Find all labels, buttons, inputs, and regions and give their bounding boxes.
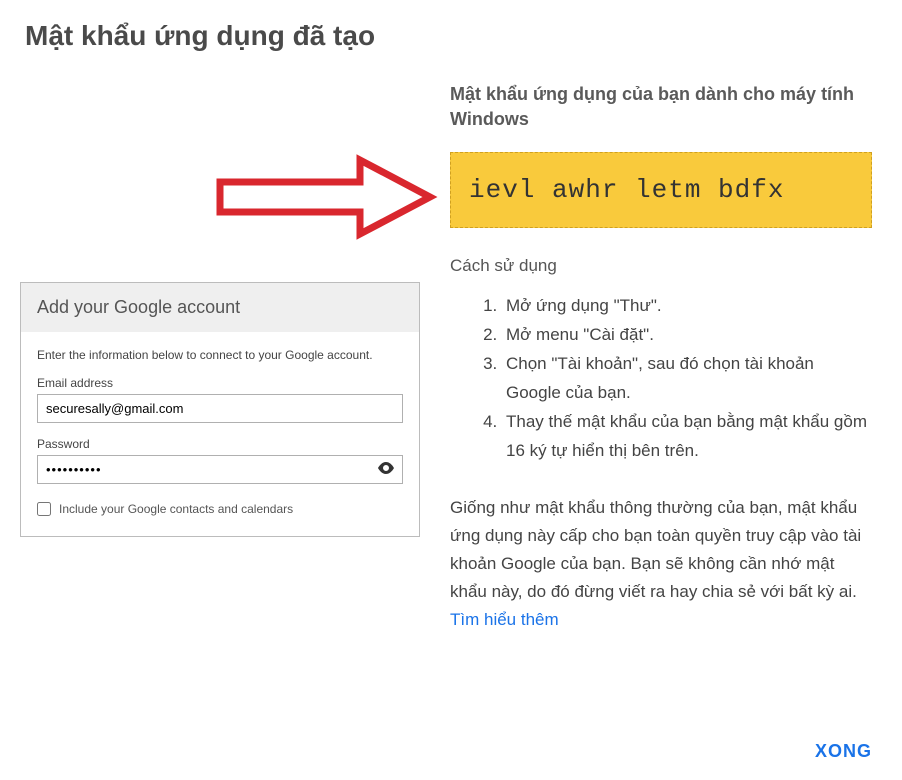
howto-title: Cách sử dụng <box>450 256 872 276</box>
form-body: Enter the information below to connect t… <box>21 332 419 536</box>
step-item: Thay thế mật khẩu của bạn bằng mật khẩu … <box>502 408 872 466</box>
password-row <box>37 455 403 484</box>
steps-list: Mở ứng dụng "Thư". Mở menu "Cài đặt". Ch… <box>502 292 872 465</box>
reveal-password-icon[interactable] <box>377 461 395 479</box>
form-intro-text: Enter the information below to connect t… <box>37 348 403 362</box>
note-text: Giống như mật khẩu thông thường của bạn,… <box>450 498 861 601</box>
form-header: Add your Google account <box>21 283 419 332</box>
step-item: Chọn "Tài khoản", sau đó chọn tài khoản … <box>502 350 872 408</box>
email-field[interactable] <box>37 394 403 423</box>
right-column: Mật khẩu ứng dụng của bạn dành cho máy t… <box>440 82 882 634</box>
instructions-subtitle: Mật khẩu ứng dụng của bạn dành cho máy t… <box>450 82 872 132</box>
learn-more-link[interactable]: Tìm hiểu thêm <box>450 610 559 629</box>
password-label: Password <box>37 437 403 451</box>
include-contacts-label: Include your Google contacts and calenda… <box>59 502 293 516</box>
red-arrow-annotation <box>210 142 440 257</box>
step-item: Mở menu "Cài đặt". <box>502 321 872 350</box>
security-note: Giống như mật khẩu thông thường của bạn,… <box>450 494 872 634</box>
include-contacts-checkbox[interactable] <box>37 502 51 516</box>
include-contacts-row[interactable]: Include your Google contacts and calenda… <box>37 502 403 516</box>
step-item: Mở ứng dụng "Thư". <box>502 292 872 321</box>
page-title: Mật khẩu ứng dụng đã tạo <box>25 20 882 52</box>
google-account-form: Add your Google account Enter the inform… <box>20 282 420 537</box>
password-field[interactable] <box>37 455 403 484</box>
email-label: Email address <box>37 376 403 390</box>
left-column: Add your Google account Enter the inform… <box>20 82 420 537</box>
main-container: Add your Google account Enter the inform… <box>20 82 882 634</box>
done-button[interactable]: XONG <box>815 741 872 762</box>
app-password-box: ievl awhr letm bdfx <box>450 152 872 228</box>
